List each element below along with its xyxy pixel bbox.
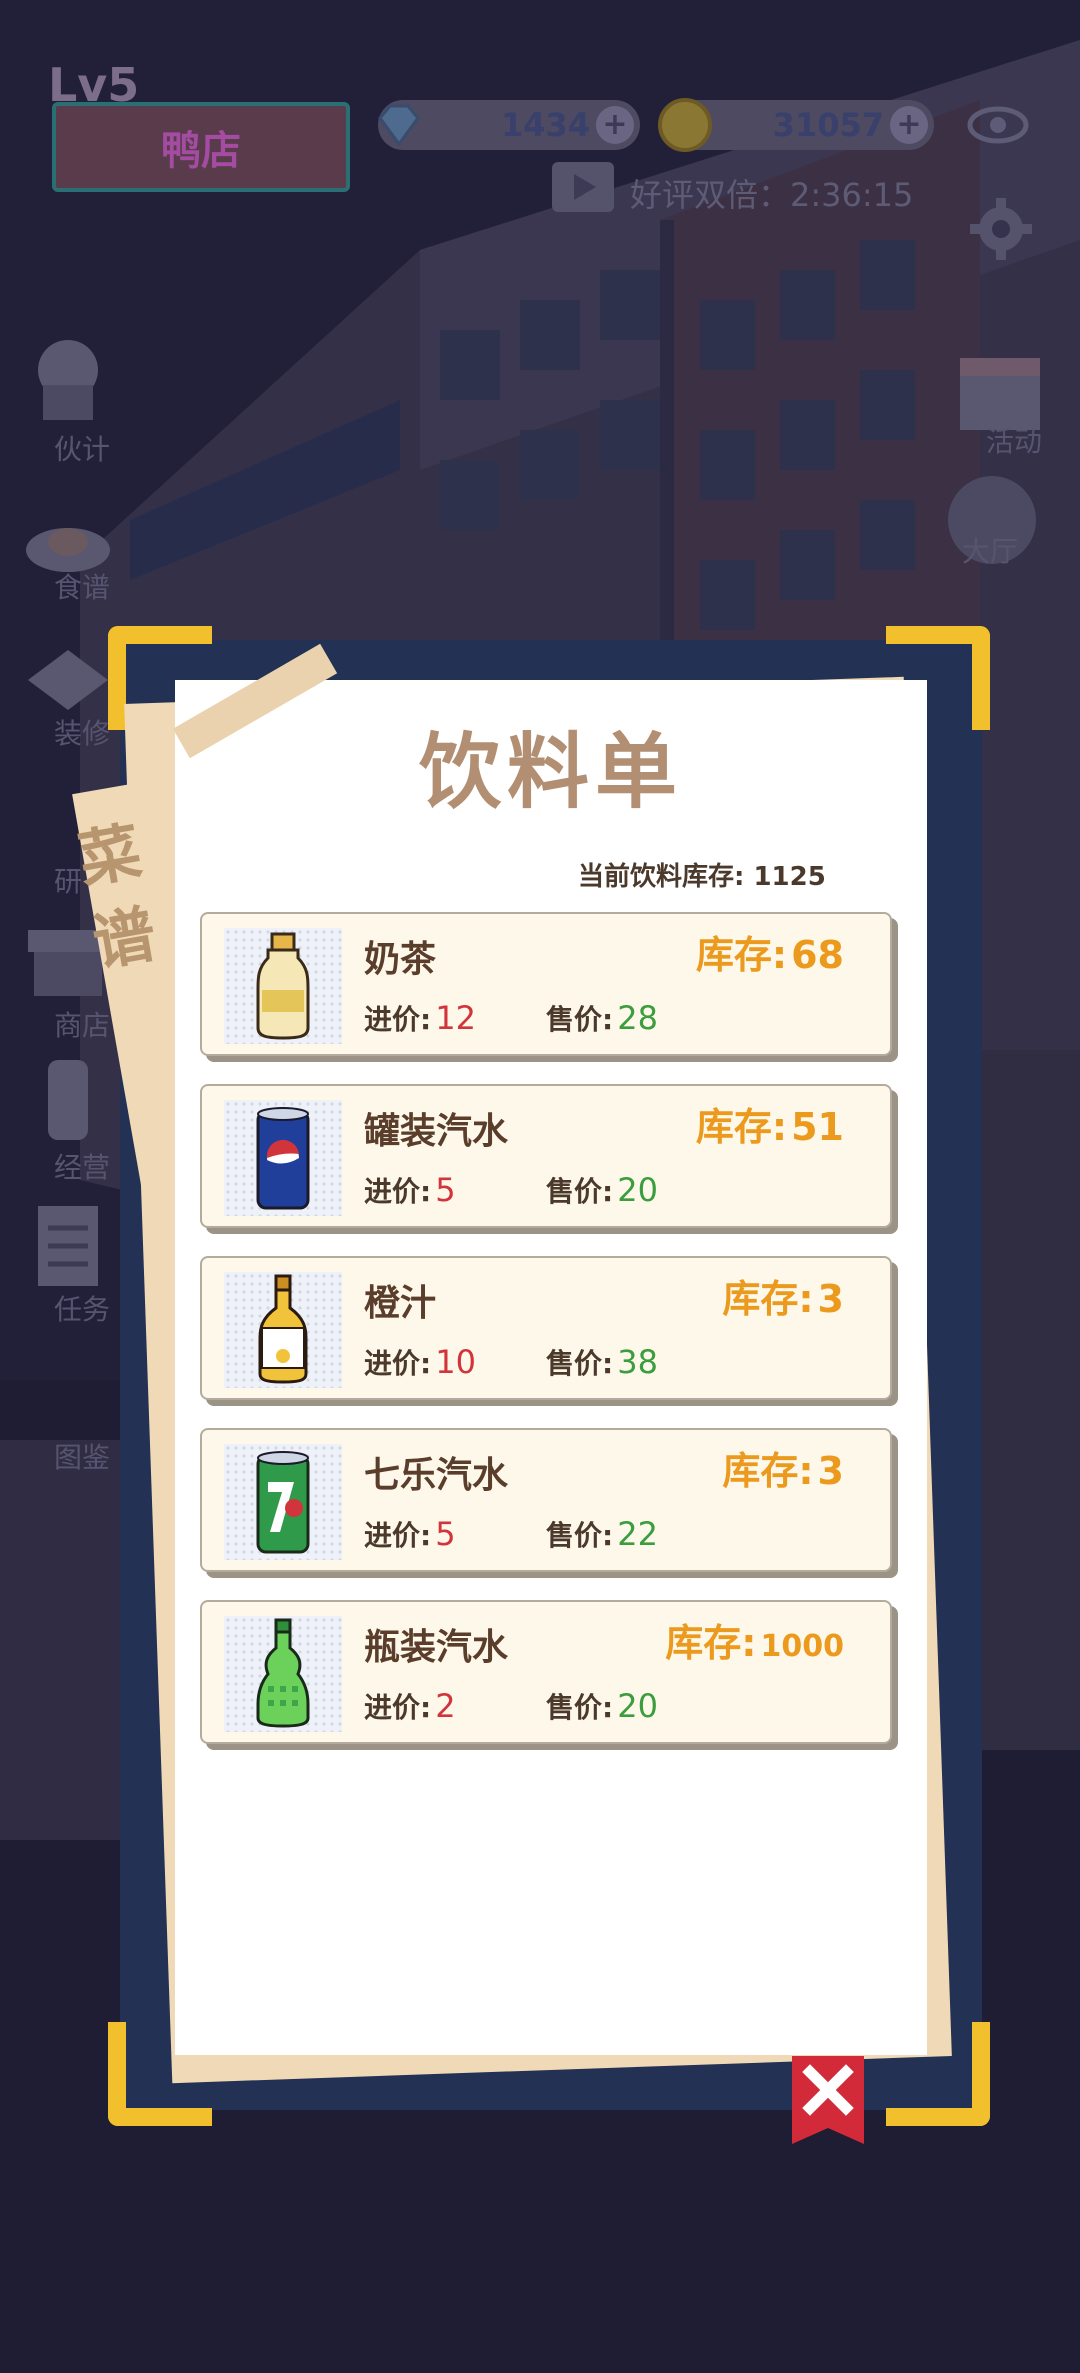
buy-price-value: 10 — [435, 1343, 476, 1381]
green-soda-bottle-icon — [224, 1616, 342, 1732]
diamond-value: 1434 — [500, 106, 590, 144]
chef-hat-icon[interactable] — [18, 330, 118, 430]
soda-can-icon — [224, 1100, 342, 1216]
coin-icon — [658, 98, 712, 152]
sell-price-value: 22 — [617, 1515, 658, 1553]
drink-card-seven-up[interactable]: 七乐汽水 库存: 3 进价: 5 售价: 22 — [200, 1428, 892, 1572]
sell-price: 售价: 28 — [546, 999, 658, 1037]
stock-value: 3 — [817, 1277, 844, 1321]
side-label-manage: 经营 — [54, 1151, 111, 1184]
buy-price: 进价: 5 — [364, 1171, 456, 1209]
stock-value: 3 — [817, 1449, 844, 1493]
coin-value: 31057 — [772, 106, 884, 144]
total-stock: 当前饮料库存: 1125 — [578, 862, 826, 892]
side-label-collection: 图鉴 — [54, 1441, 111, 1474]
sell-price: 售价: 38 — [546, 1343, 658, 1381]
add-coin-button[interactable]: + — [890, 106, 928, 144]
add-diamond-button[interactable]: + — [596, 106, 634, 144]
drink-name: 七乐汽水 — [364, 1455, 509, 1496]
side-label-shop: 商店 — [54, 1009, 111, 1042]
drink-card-milk-tea[interactable]: 奶茶 库存: 68 进价: 12 售价: 28 — [200, 912, 892, 1056]
manage-icon[interactable] — [18, 1050, 118, 1150]
seven-up-can-icon — [224, 1444, 342, 1560]
stock-label: 库存: 3 — [722, 1449, 844, 1493]
double-rating-timer: 好评双倍：2:36:15 — [630, 176, 914, 214]
side-label-staff: 伙计 — [54, 433, 111, 466]
buy-price: 进价: 2 — [364, 1687, 456, 1725]
side-label-recipe: 食谱 — [54, 571, 111, 604]
close-icon[interactable] — [792, 2056, 864, 2144]
shop-name: 鸭店 — [161, 128, 241, 174]
side-label-decorate: 装修 — [54, 717, 111, 750]
stock-value: 1000 — [760, 1629, 845, 1664]
buy-price-value: 12 — [435, 999, 476, 1037]
drink-card-orange-juice[interactable]: 橙汁 库存: 3 进价: 10 售价: 38 — [200, 1256, 892, 1400]
stock-label: 库存: 1000 — [665, 1621, 845, 1665]
side-label-hall: 大厅 — [962, 535, 1019, 568]
orange-juice-bottle-icon — [224, 1272, 342, 1388]
drink-card-canned-soda[interactable]: 罐装汽水 库存: 51 进价: 5 售价: 20 — [200, 1084, 892, 1228]
drink-name: 瓶装汽水 — [364, 1627, 509, 1668]
stock-label: 库存: 68 — [695, 933, 844, 977]
sell-price: 售价: 20 — [546, 1687, 658, 1725]
diamond-icon — [378, 104, 420, 147]
sell-price-value: 38 — [617, 1343, 658, 1381]
shop-sign[interactable]: 鸭店 — [52, 102, 350, 192]
sell-price: 售价: 20 — [546, 1171, 658, 1209]
task-list-icon[interactable] — [18, 1196, 118, 1296]
buy-price-value: 5 — [435, 1515, 456, 1553]
sell-price-value: 20 — [617, 1687, 658, 1725]
buy-price-value: 2 — [435, 1687, 456, 1725]
sell-price-value: 28 — [617, 999, 658, 1037]
stock-value: 68 — [791, 933, 844, 977]
side-label-research: 研 — [54, 865, 83, 898]
modal-title: 饮料单 — [418, 725, 683, 820]
stock-label: 库存: 3 — [722, 1277, 844, 1321]
buy-price-value: 5 — [435, 1171, 456, 1209]
coin-counter: 31057 + — [658, 98, 934, 152]
gear-icon[interactable] — [968, 196, 1034, 262]
side-label-task: 任务 — [54, 1293, 111, 1326]
drink-name: 奶茶 — [364, 939, 437, 980]
eye-icon[interactable] — [966, 98, 1030, 152]
buy-price: 进价: 12 — [364, 999, 476, 1037]
sell-price-value: 20 — [617, 1171, 658, 1209]
drink-name: 橙汁 — [364, 1283, 437, 1324]
sell-price: 售价: 22 — [546, 1515, 658, 1553]
diamond-counter: 1434 + — [378, 100, 640, 150]
drink-card-bottled-soda[interactable]: 瓶装汽水 库存: 1000 进价: 2 售价: 20 — [200, 1600, 892, 1744]
buy-price: 进价: 5 — [364, 1515, 456, 1553]
milk-tea-bottle-icon — [224, 928, 342, 1044]
stock-label: 库存: 51 — [695, 1105, 844, 1149]
play-video-icon[interactable] — [552, 162, 614, 212]
stock-value: 51 — [791, 1105, 844, 1149]
buy-price: 进价: 10 — [364, 1343, 476, 1381]
drink-name: 罐装汽水 — [364, 1111, 509, 1152]
side-label-event: 活动 — [986, 425, 1043, 458]
